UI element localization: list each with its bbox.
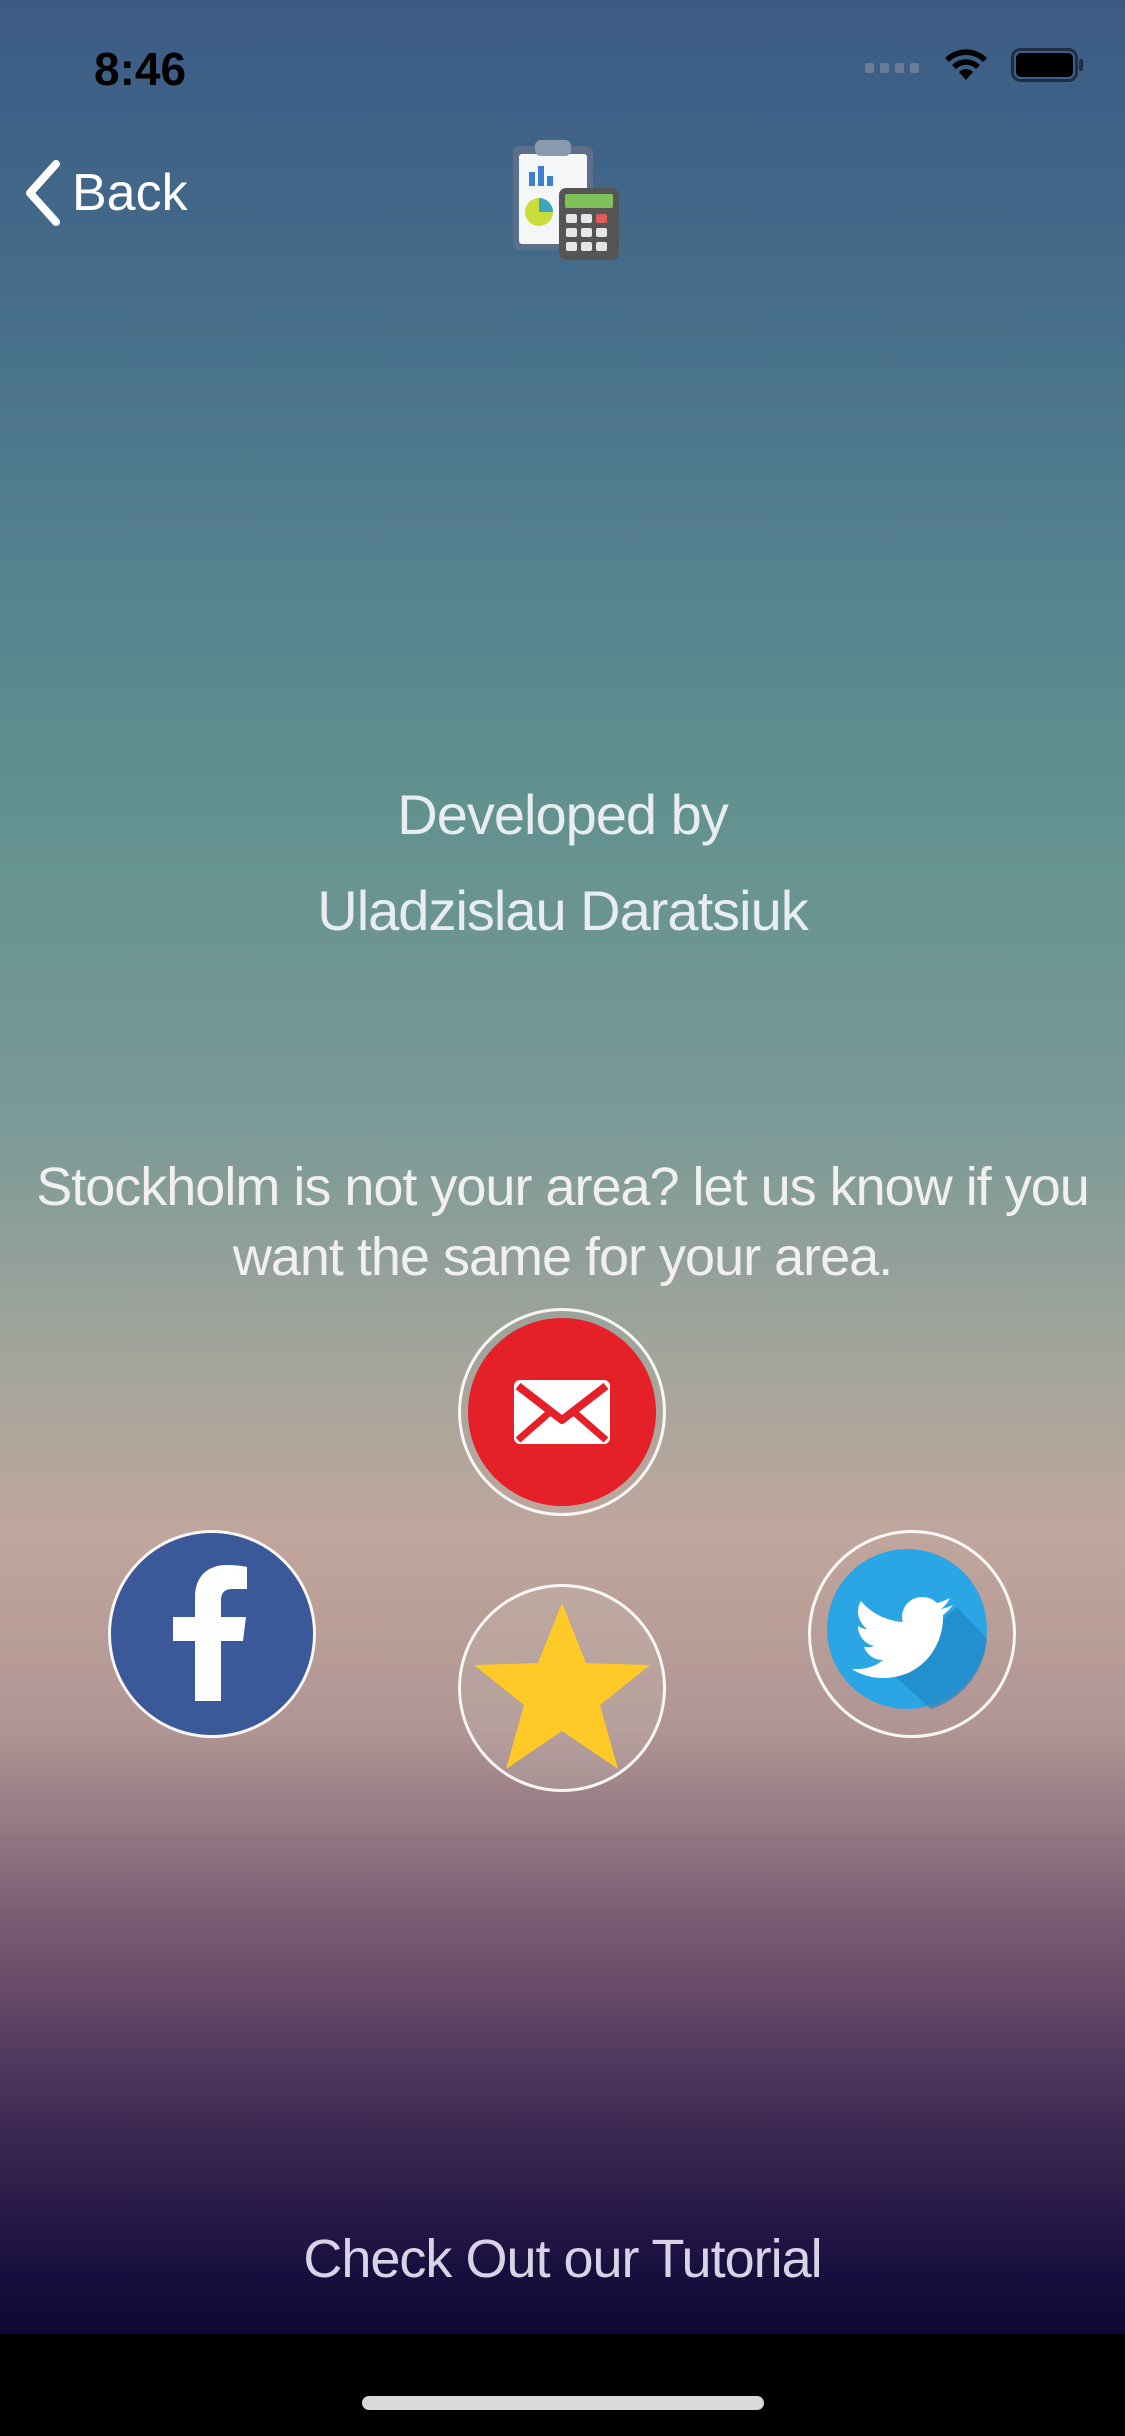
chevron-left-icon xyxy=(26,160,60,226)
status-time: 8:46 xyxy=(94,43,187,95)
mail-icon xyxy=(468,1318,656,1506)
area-message-line-1: Stockholm is not your area? let us know … xyxy=(36,1157,1090,1217)
home-indicator[interactable] xyxy=(362,2396,764,2410)
email-button[interactable] xyxy=(458,1308,666,1516)
twitter-button[interactable] xyxy=(808,1530,1016,1738)
credit-heading: Developed by xyxy=(397,783,728,846)
back-label: Back xyxy=(72,164,188,222)
developer-name: Uladzislau Daratsiuk xyxy=(317,879,808,942)
facebook-button[interactable] xyxy=(108,1530,316,1738)
area-message-line-2: want the same for your area. xyxy=(232,1227,893,1287)
status-bar: 8:46 xyxy=(0,0,1125,140)
wifi-icon xyxy=(945,49,987,80)
cellular-signal-icon xyxy=(865,63,919,73)
star-icon xyxy=(474,1603,650,1769)
app-logo xyxy=(513,140,619,260)
battery-icon xyxy=(1011,48,1083,82)
twitter-icon xyxy=(827,1549,987,1709)
tutorial-link[interactable]: Check Out our Tutorial xyxy=(0,2228,1125,2290)
facebook-icon xyxy=(111,1533,313,1735)
area-message: Stockholm is not your area? let us know … xyxy=(0,1152,1125,1292)
back-button[interactable]: Back xyxy=(22,160,188,226)
bottom-safe-area xyxy=(0,2334,1125,2436)
status-icons xyxy=(865,48,1085,82)
rate-app-button[interactable] xyxy=(458,1584,666,1792)
